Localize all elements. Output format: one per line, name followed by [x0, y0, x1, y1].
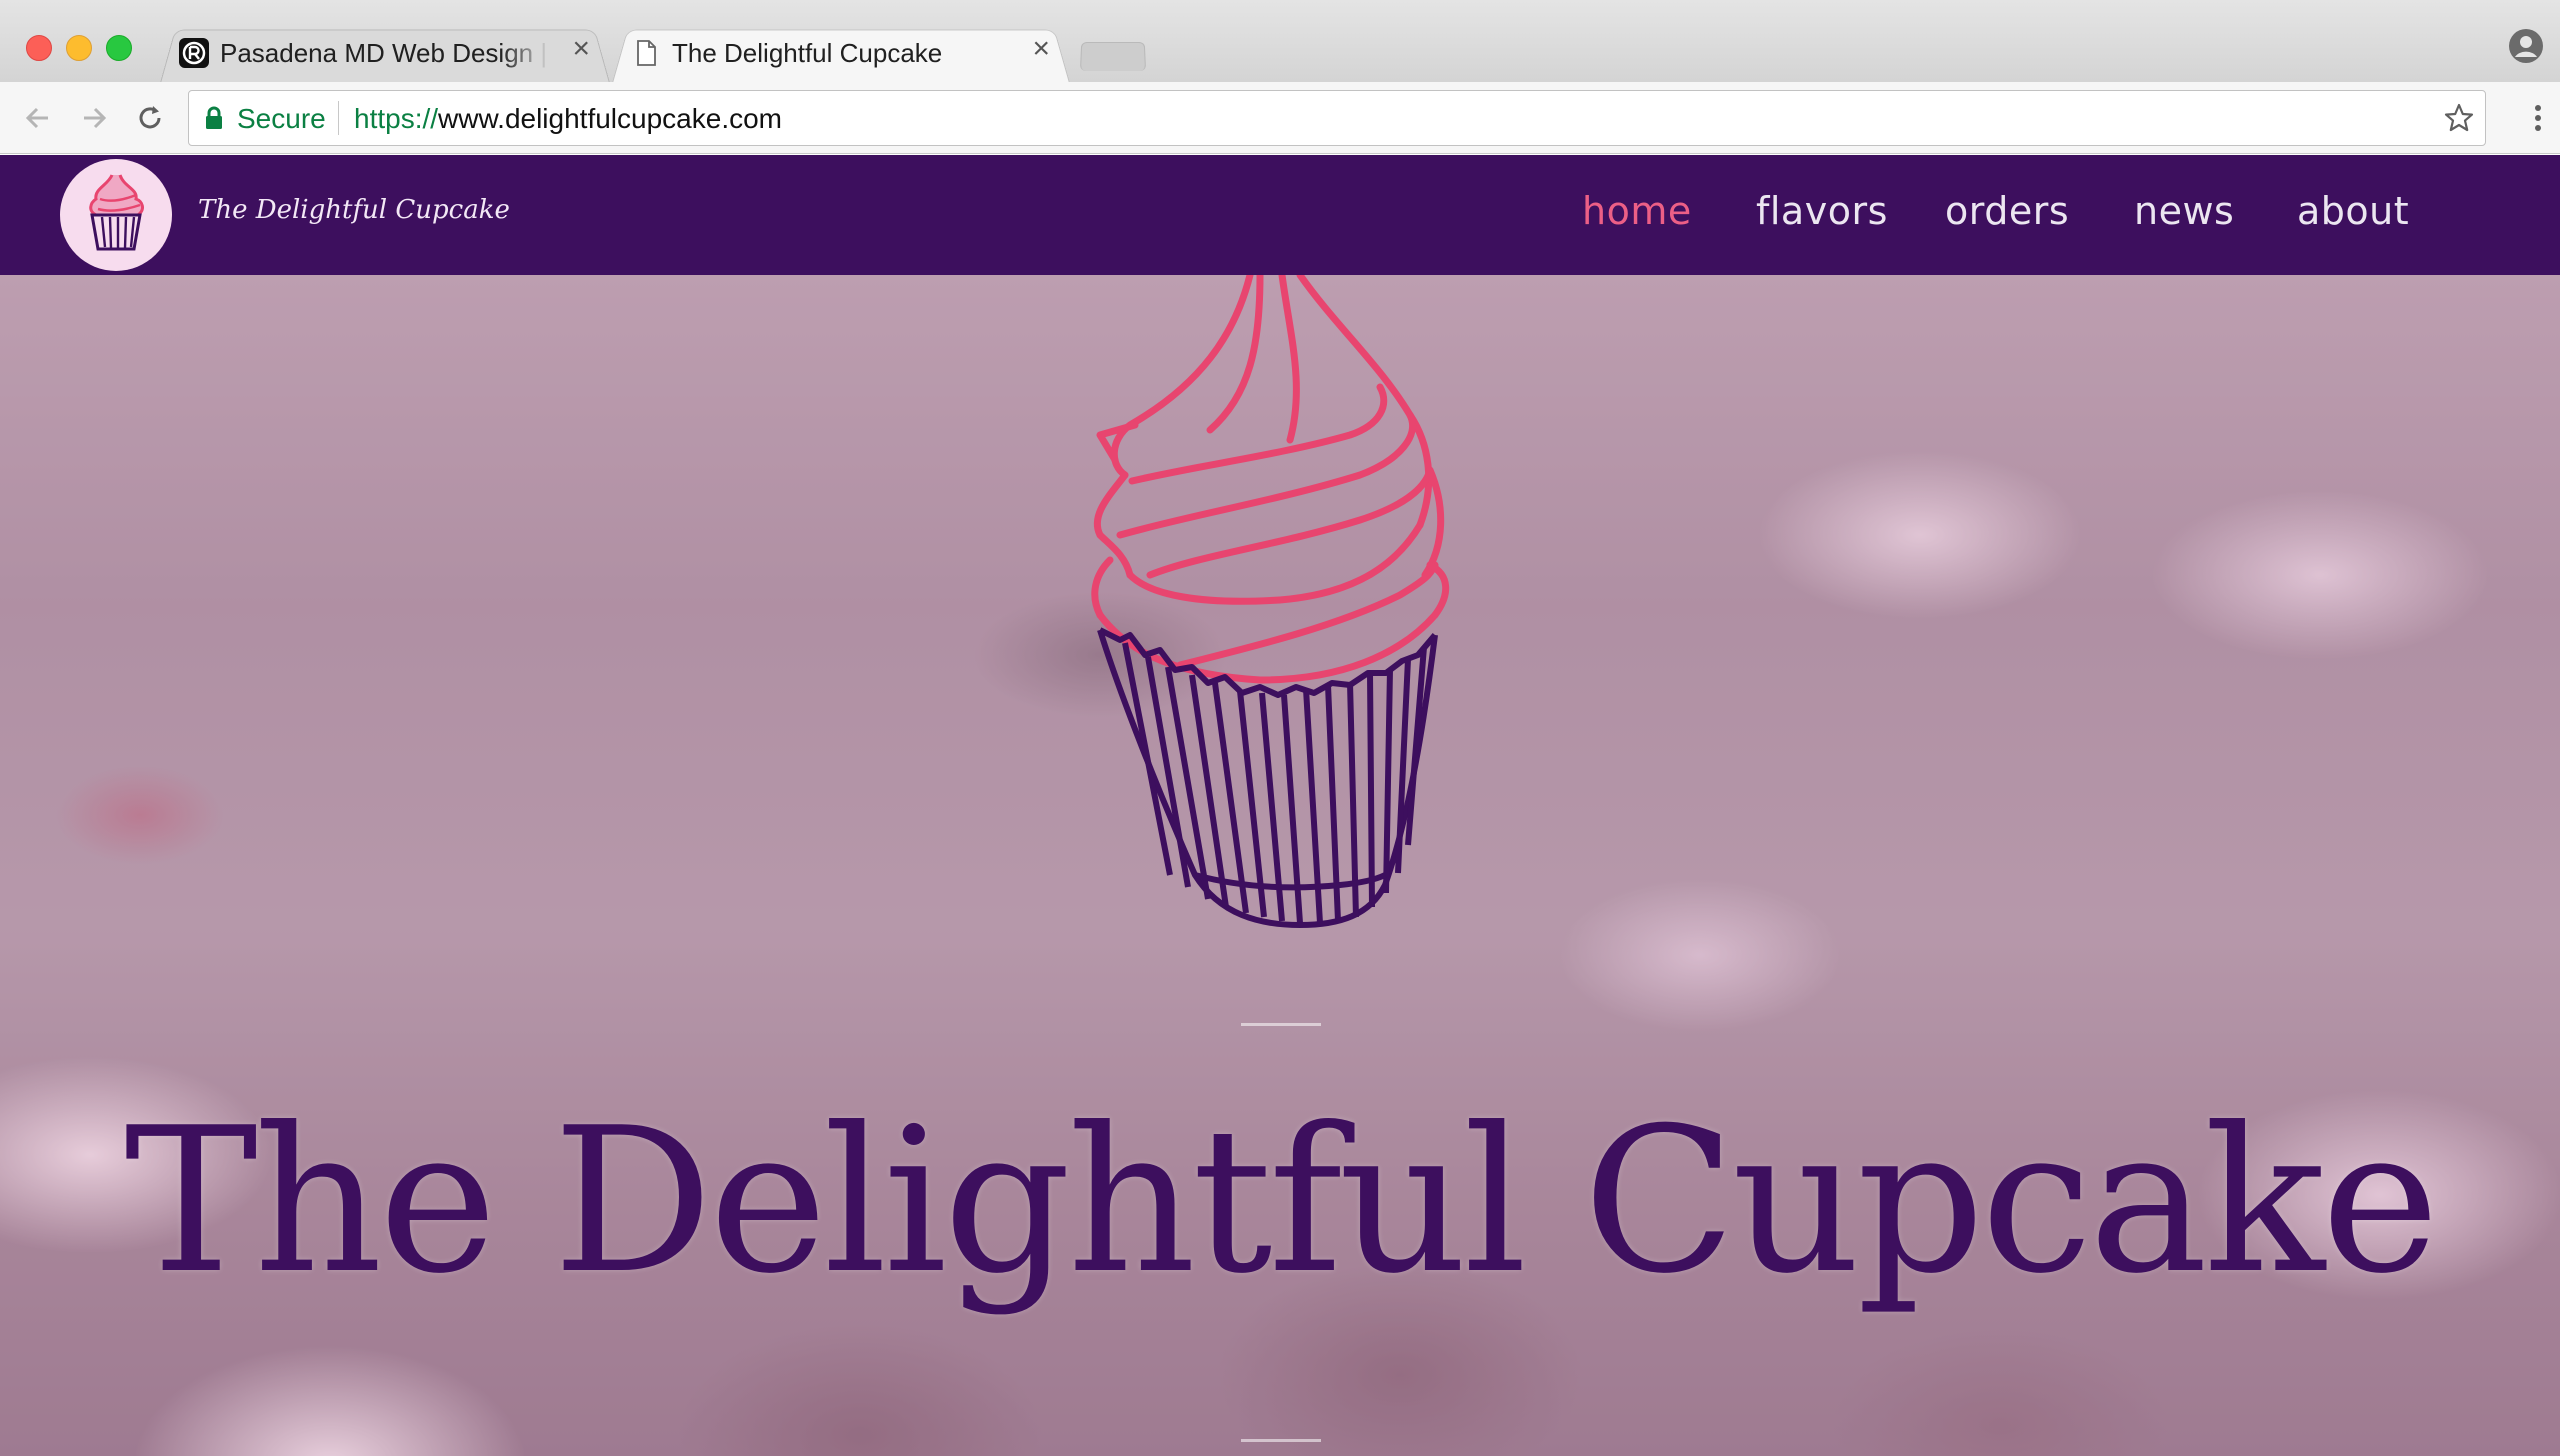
nav-link-flavors[interactable]: flavors [1756, 189, 1888, 233]
secure-label: Secure [237, 103, 326, 134]
url-text: https://www.delightfulcupcake.com [354, 103, 782, 135]
omnibox-divider [338, 101, 339, 135]
cupcake-illustration [1091, 275, 1450, 928]
hero-section: The Delightful Cupcake [0, 275, 2560, 1456]
browser-tab-bar: Pasadena MD Web Design | A × The Delight… [0, 0, 2560, 83]
close-tab-icon[interactable]: × [1032, 34, 1050, 64]
zoom-window-button[interactable] [106, 35, 132, 61]
nav-link-news[interactable]: news [2134, 189, 2234, 233]
site-name[interactable]: The Delightful Cupcake [198, 195, 510, 225]
profile-icon[interactable] [2508, 28, 2544, 64]
nav-link-about[interactable]: about [2297, 189, 2409, 233]
web-page: The Delightful Cupcake home flavors orde… [0, 155, 2560, 1456]
forward-arrow-icon[interactable] [76, 100, 112, 136]
tab-title: Pasadena MD Web Design | A [220, 38, 550, 68]
pasadena-logo-icon [179, 38, 209, 68]
new-tab-button[interactable] [1080, 40, 1146, 71]
hero-divider [1241, 1439, 1321, 1442]
close-window-button[interactable] [26, 35, 52, 61]
hero-title: The Delightful Cupcake [124, 1085, 2439, 1318]
nav-link-home[interactable]: home [1582, 189, 1692, 233]
hero-divider [1241, 1023, 1321, 1026]
site-logo[interactable] [60, 159, 172, 271]
browser-toolbar: Secure https://www.delightfulcupcake.com [0, 82, 2560, 154]
lock-icon [206, 106, 222, 129]
url-scheme: https:// [354, 103, 439, 134]
reload-icon[interactable] [132, 100, 168, 136]
tab-title: The Delightful Cupcake [672, 38, 943, 68]
cupcake-logo-icon [89, 174, 144, 251]
tab-pasadena[interactable]: Pasadena MD Web Design | A × [160, 24, 610, 83]
tab-delightful-cupcake[interactable]: The Delightful Cupcake × [612, 24, 1070, 83]
address-bar[interactable]: Secure https://www.delightfulcupcake.com [188, 90, 2486, 146]
nav-link-orders[interactable]: orders [1945, 189, 2069, 233]
back-arrow-icon[interactable] [20, 100, 56, 136]
site-header: The Delightful Cupcake home flavors orde… [0, 155, 2560, 275]
page-icon [637, 40, 656, 66]
bookmark-star-icon[interactable] [2443, 102, 2475, 134]
browser-menu-icon[interactable] [2530, 100, 2546, 136]
close-tab-icon[interactable]: × [572, 34, 590, 64]
url-host: www.delightfulcupcake.com [438, 103, 782, 134]
minimize-window-button[interactable] [66, 35, 92, 61]
